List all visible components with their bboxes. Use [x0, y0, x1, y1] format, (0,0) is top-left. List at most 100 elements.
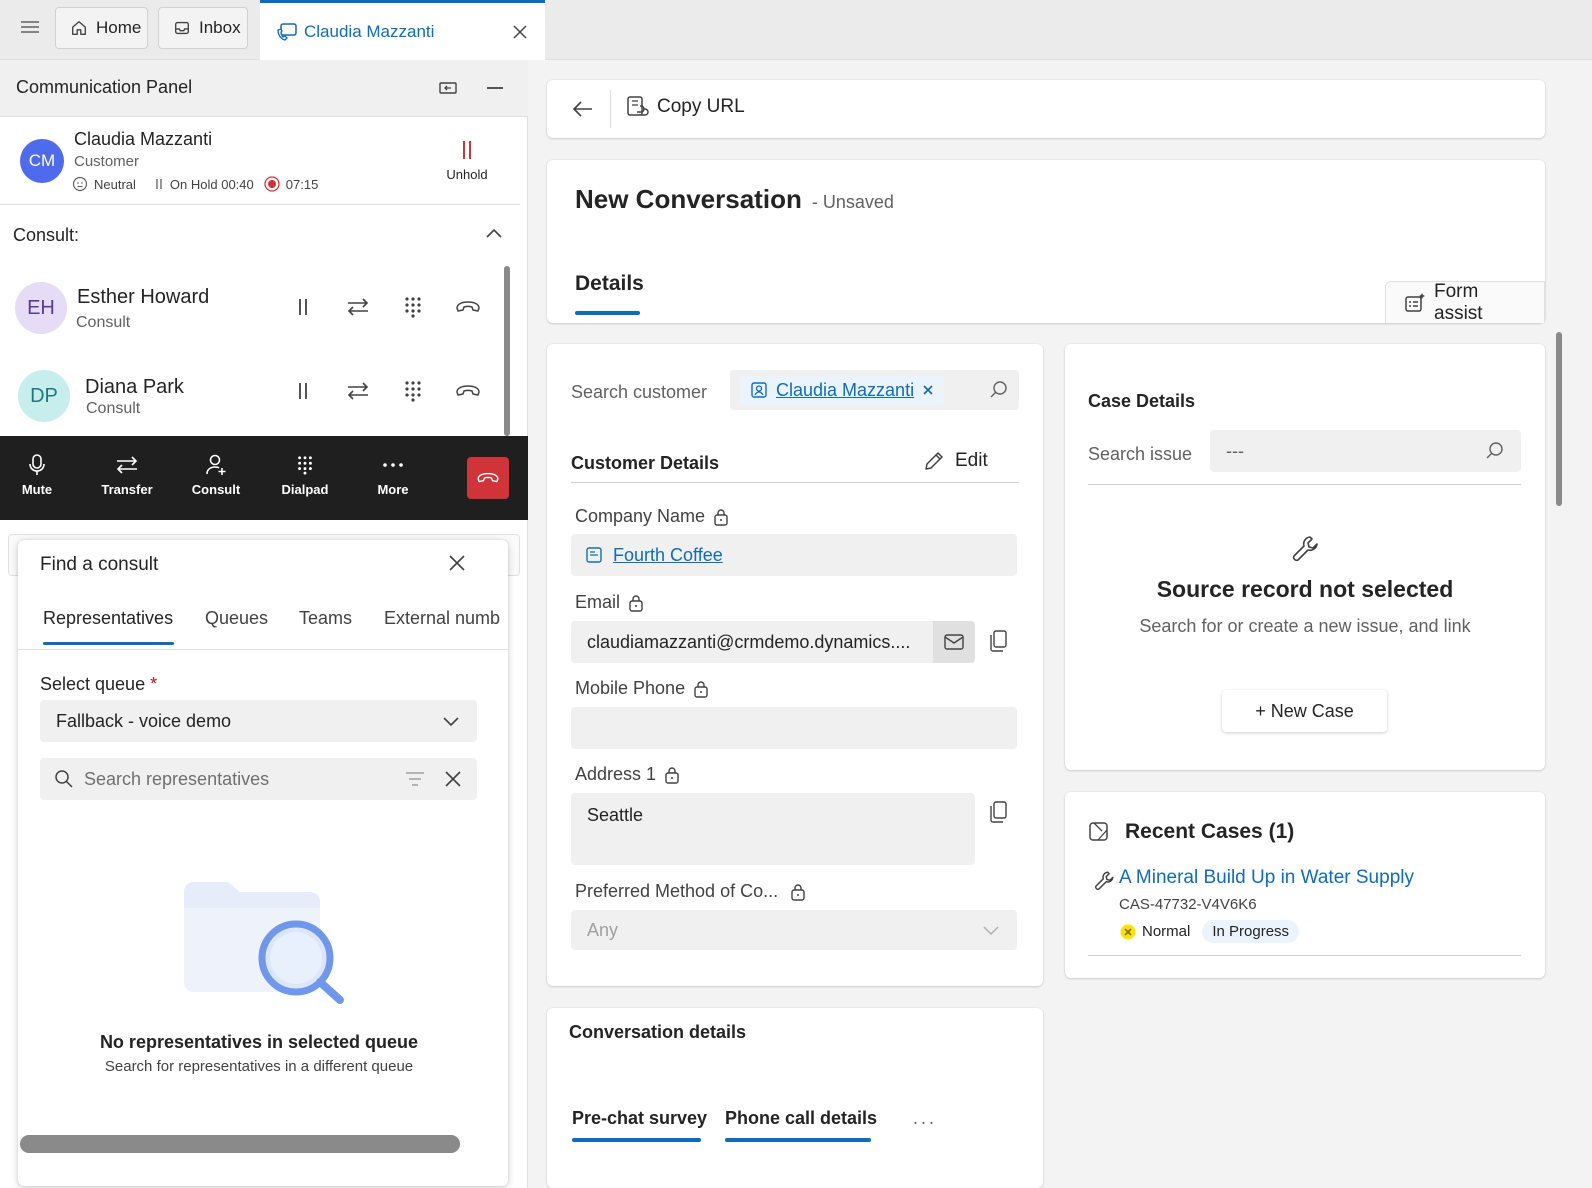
more-button[interactable]: More — [358, 454, 428, 497]
search-issue-input[interactable]: --- — [1210, 430, 1521, 472]
section-divider — [1088, 484, 1521, 485]
command-bar: Copy URL — [547, 80, 1545, 138]
close-icon[interactable] — [446, 552, 468, 574]
tab-representatives[interactable]: Representatives — [43, 608, 173, 629]
form-title: New Conversation - Unsaved — [575, 184, 894, 215]
remove-tag-icon[interactable] — [922, 384, 934, 396]
filter-icon[interactable] — [405, 771, 425, 787]
form-assist-button[interactable]: Form assist — [1385, 281, 1545, 324]
lock-icon — [790, 883, 806, 901]
back-arrow-icon[interactable] — [571, 97, 595, 121]
email-field[interactable]: claudiamazzanti@crmdemo.dynamics.... — [571, 621, 975, 663]
customer-role: Customer — [74, 153, 140, 170]
end-call-icon[interactable] — [455, 298, 481, 316]
horizontal-scrollbar[interactable] — [20, 1135, 460, 1153]
tab-home-label: Home — [96, 18, 142, 37]
mobile-phone-label: Mobile Phone — [575, 678, 709, 699]
chevron-up-icon[interactable] — [484, 224, 504, 244]
dialpad-icon[interactable] — [403, 296, 423, 318]
company-link[interactable]: Fourth Coffee — [613, 545, 723, 566]
avatar: EH — [15, 282, 67, 334]
transfer-icon[interactable] — [345, 296, 371, 318]
company-name-field[interactable]: Fourth Coffee — [571, 534, 1017, 576]
transfer-button[interactable]: Transfer — [92, 454, 162, 497]
minimize-icon[interactable] — [485, 78, 505, 98]
consult-list-scrollbar[interactable] — [504, 266, 510, 436]
call-control-bar: Mute Transfer Consult Dialpad More — [0, 436, 528, 520]
copy-url-button[interactable]: Copy URL — [625, 95, 745, 119]
end-call-button[interactable] — [467, 457, 509, 499]
dialpad-icon[interactable] — [403, 380, 423, 402]
unhold-button[interactable]: Unhold — [440, 139, 494, 182]
customer-lookup[interactable]: Claudia Mazzanti — [730, 370, 1019, 410]
search-placeholder: Search representatives — [84, 768, 270, 789]
hold-status: On Hold 00:40 — [169, 176, 254, 192]
sentiment-label: Neutral — [94, 176, 136, 192]
consult-heading: Consult: — [13, 225, 80, 245]
transfer-icon — [114, 454, 140, 476]
dialpad-button[interactable]: Dialpad — [270, 454, 340, 497]
panel-title: Communication Panel — [16, 77, 193, 97]
customer-link[interactable]: Claudia Mazzanti — [776, 380, 914, 401]
dialpad-icon — [296, 454, 314, 476]
mute-button[interactable]: Mute — [2, 454, 72, 497]
clear-icon[interactable] — [443, 769, 463, 789]
tab-claudia-mazzanti[interactable]: Claudia Mazzanti — [260, 0, 545, 60]
search-icon[interactable] — [989, 380, 1009, 400]
recent-case-meta: Normal In Progress — [1120, 920, 1300, 943]
hang-up-icon — [475, 470, 501, 486]
email-label-text: Email — [575, 592, 621, 612]
search-icon[interactable] — [1485, 441, 1505, 461]
lock-icon — [693, 680, 709, 698]
customer-session-row: CM Claudia Mazzanti Customer Neutral On … — [0, 117, 520, 205]
inbox-icon — [173, 19, 191, 37]
account-icon — [585, 546, 603, 564]
mail-button[interactable] — [933, 621, 975, 663]
search-icon — [54, 769, 74, 789]
edit-button[interactable]: Edit — [923, 450, 988, 472]
popout-icon[interactable] — [438, 78, 458, 98]
hold-consult-icon[interactable] — [292, 296, 314, 318]
tab-teams[interactable]: Teams — [299, 608, 352, 629]
consult-label: Consult — [191, 482, 241, 497]
tab-external-numbers[interactable]: External numb — [384, 608, 500, 629]
mobile-phone-field[interactable] — [571, 707, 1017, 749]
copy-icon[interactable] — [988, 800, 1008, 824]
consult-button[interactable]: Consult — [181, 454, 251, 497]
microphone-icon — [27, 454, 47, 476]
customer-tag[interactable]: Claudia Mazzanti — [740, 375, 945, 405]
tab-phone-call-details[interactable]: Phone call details — [725, 1108, 877, 1129]
more-tabs-button[interactable]: ... — [913, 1108, 937, 1129]
empty-folder-search-illustration — [178, 870, 348, 1010]
email-label: Email — [575, 592, 644, 613]
transfer-label: Transfer — [101, 482, 153, 497]
preferred-method-dropdown[interactable]: Any — [571, 910, 1017, 950]
queue-dropdown[interactable]: Fallback - voice demo — [40, 700, 477, 742]
address-field[interactable]: Seattle — [571, 793, 975, 865]
page-scrollbar[interactable] — [1556, 332, 1562, 506]
new-case-button[interactable]: + New Case — [1222, 690, 1387, 732]
search-issue-value: --- — [1226, 440, 1244, 461]
transfer-icon[interactable] — [345, 380, 371, 402]
find-consult-panel: Find a consult Representatives Queues Te… — [18, 540, 508, 1186]
recent-case-link[interactable]: A Mineral Build Up in Water Supply — [1119, 867, 1414, 889]
search-issue-label: Search issue — [1088, 444, 1193, 464]
pause-icon — [459, 139, 475, 161]
tab-inbox[interactable]: Inbox — [158, 7, 248, 49]
tab-queues[interactable]: Queues — [205, 608, 268, 629]
tab-home[interactable]: Home — [55, 7, 148, 49]
tab-pre-chat-survey[interactable]: Pre-chat survey — [572, 1108, 707, 1129]
more-label: More — [377, 482, 409, 497]
form-assist-icon — [1404, 292, 1426, 314]
end-call-icon[interactable] — [455, 382, 481, 400]
hold-consult-icon[interactable] — [292, 380, 314, 402]
company-name-label: Company Name — [575, 506, 729, 527]
hamburger-menu-icon[interactable] — [18, 16, 44, 42]
mute-label: Mute — [21, 482, 53, 497]
tab-details[interactable]: Details — [575, 272, 644, 296]
search-representatives-input[interactable]: Search representatives — [40, 758, 477, 800]
copy-icon[interactable] — [988, 629, 1008, 653]
status-badge: In Progress — [1202, 920, 1300, 943]
close-tab-icon[interactable] — [511, 23, 529, 41]
tab-active-indicator — [575, 311, 640, 315]
